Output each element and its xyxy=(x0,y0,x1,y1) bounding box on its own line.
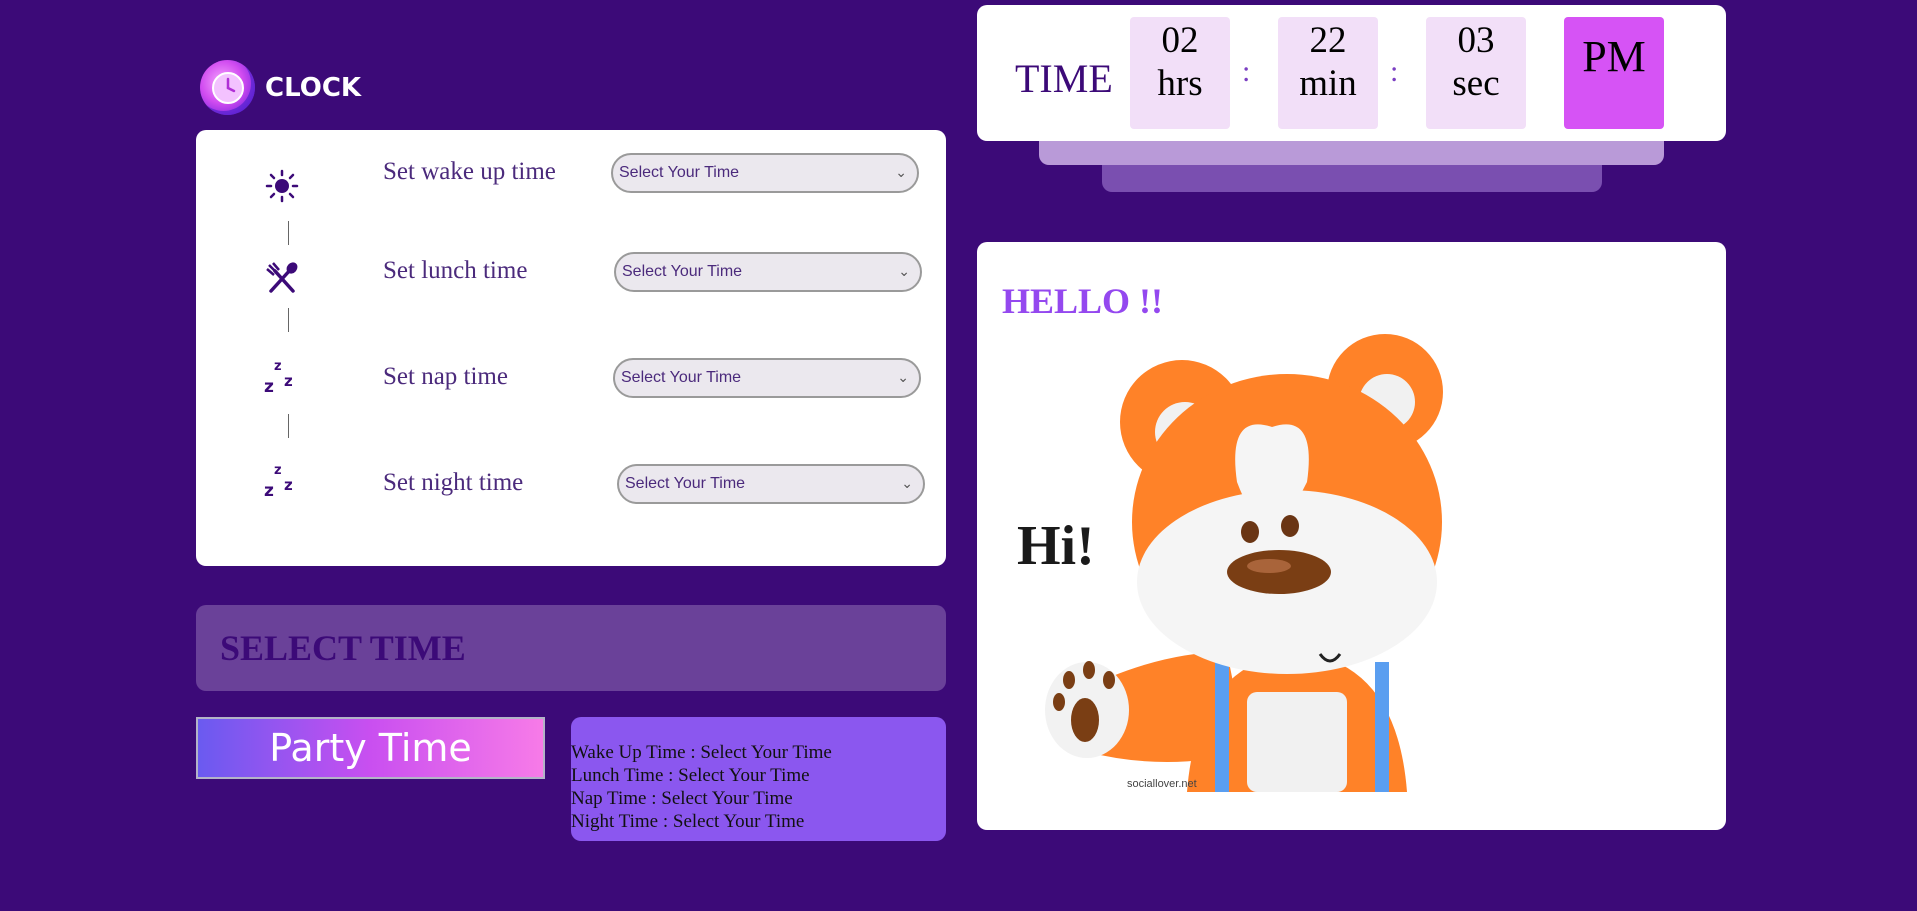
seconds-unit: sec xyxy=(1452,63,1500,104)
minutes-value: 22 xyxy=(1309,20,1347,61)
svg-text:z: z xyxy=(264,481,274,500)
nap-label: Set nap time xyxy=(383,363,508,390)
select-time-banner: SELECT TIME xyxy=(196,605,946,691)
minutes-box: 22 min xyxy=(1278,17,1378,129)
schedule-summary: Wake Up Time : Select Your Time Lunch Ti… xyxy=(571,717,946,841)
wake-up-select-value: Select Your Time xyxy=(619,164,740,181)
summary-nap: Nap Time : Select Your Time xyxy=(571,788,793,809)
seconds-box: 03 sec xyxy=(1426,17,1526,129)
bear-waving-image: Hi! sociallover.net xyxy=(1017,334,1443,792)
image-watermark: sociallover.net xyxy=(1127,778,1197,790)
time-separator: : xyxy=(1390,55,1399,88)
sun-icon xyxy=(262,166,302,206)
app-logo: CLOCK xyxy=(200,60,361,115)
timeline-connector xyxy=(288,308,289,332)
chevron-down-icon: ⌄ xyxy=(898,263,910,279)
svg-text:z: z xyxy=(284,372,293,390)
logo-text: CLOCK xyxy=(265,72,362,103)
party-time-button[interactable]: Party Time xyxy=(196,717,545,779)
ampm-indicator: PM xyxy=(1564,17,1664,129)
sleep-icon: z z z xyxy=(262,460,302,500)
bear-hi-text: Hi! xyxy=(1017,515,1095,577)
fork-spoon-icon xyxy=(262,258,302,298)
chevron-down-icon: ⌄ xyxy=(901,475,913,491)
minutes-unit: min xyxy=(1299,63,1357,104)
wake-up-label: Set wake up time xyxy=(383,158,556,185)
nap-select-value: Select Your Time xyxy=(621,369,742,386)
seconds-value: 03 xyxy=(1457,20,1495,61)
lunch-select[interactable]: Select Your Time ⌄ xyxy=(614,252,922,292)
time-card: TIME 02 hrs : 22 min : 03 sec PM xyxy=(977,5,1726,141)
wake-up-select[interactable]: Select Your Time ⌄ xyxy=(611,153,919,193)
timeline-connector xyxy=(288,221,289,245)
night-select-value: Select Your Time xyxy=(625,475,746,492)
hours-box: 02 hrs xyxy=(1130,17,1230,129)
summary-night: Night Time : Select Your Time xyxy=(571,811,805,832)
hello-card: HELLO !! Hi! sociallover.net xyxy=(977,242,1726,830)
svg-text:z: z xyxy=(274,359,282,374)
time-label: TIME xyxy=(1015,56,1113,101)
summary-wake-up: Wake Up Time : Select Your Time xyxy=(571,742,832,763)
timeline-connector xyxy=(288,414,289,438)
svg-text:z: z xyxy=(284,476,293,494)
night-select[interactable]: Select Your Time ⌄ xyxy=(617,464,925,504)
chevron-down-icon: ⌄ xyxy=(897,369,909,385)
svg-text:z: z xyxy=(274,463,282,478)
night-label: Set night time xyxy=(383,469,524,496)
sleep-icon: z z z xyxy=(262,356,302,396)
svg-text:z: z xyxy=(264,377,274,396)
lunch-label: Set lunch time xyxy=(383,257,528,284)
hours-unit: hrs xyxy=(1157,63,1203,104)
time-separator: : xyxy=(1242,55,1251,88)
clock-icon xyxy=(200,60,255,115)
hello-title: HELLO !! xyxy=(1002,281,1164,321)
banner-text: SELECT TIME xyxy=(220,628,466,668)
chevron-down-icon: ⌄ xyxy=(895,164,907,180)
lunch-select-value: Select Your Time xyxy=(622,263,743,280)
nap-select[interactable]: Select Your Time ⌄ xyxy=(613,358,921,398)
hours-value: 02 xyxy=(1161,20,1199,61)
summary-lunch: Lunch Time : Select Your Time xyxy=(571,765,810,786)
